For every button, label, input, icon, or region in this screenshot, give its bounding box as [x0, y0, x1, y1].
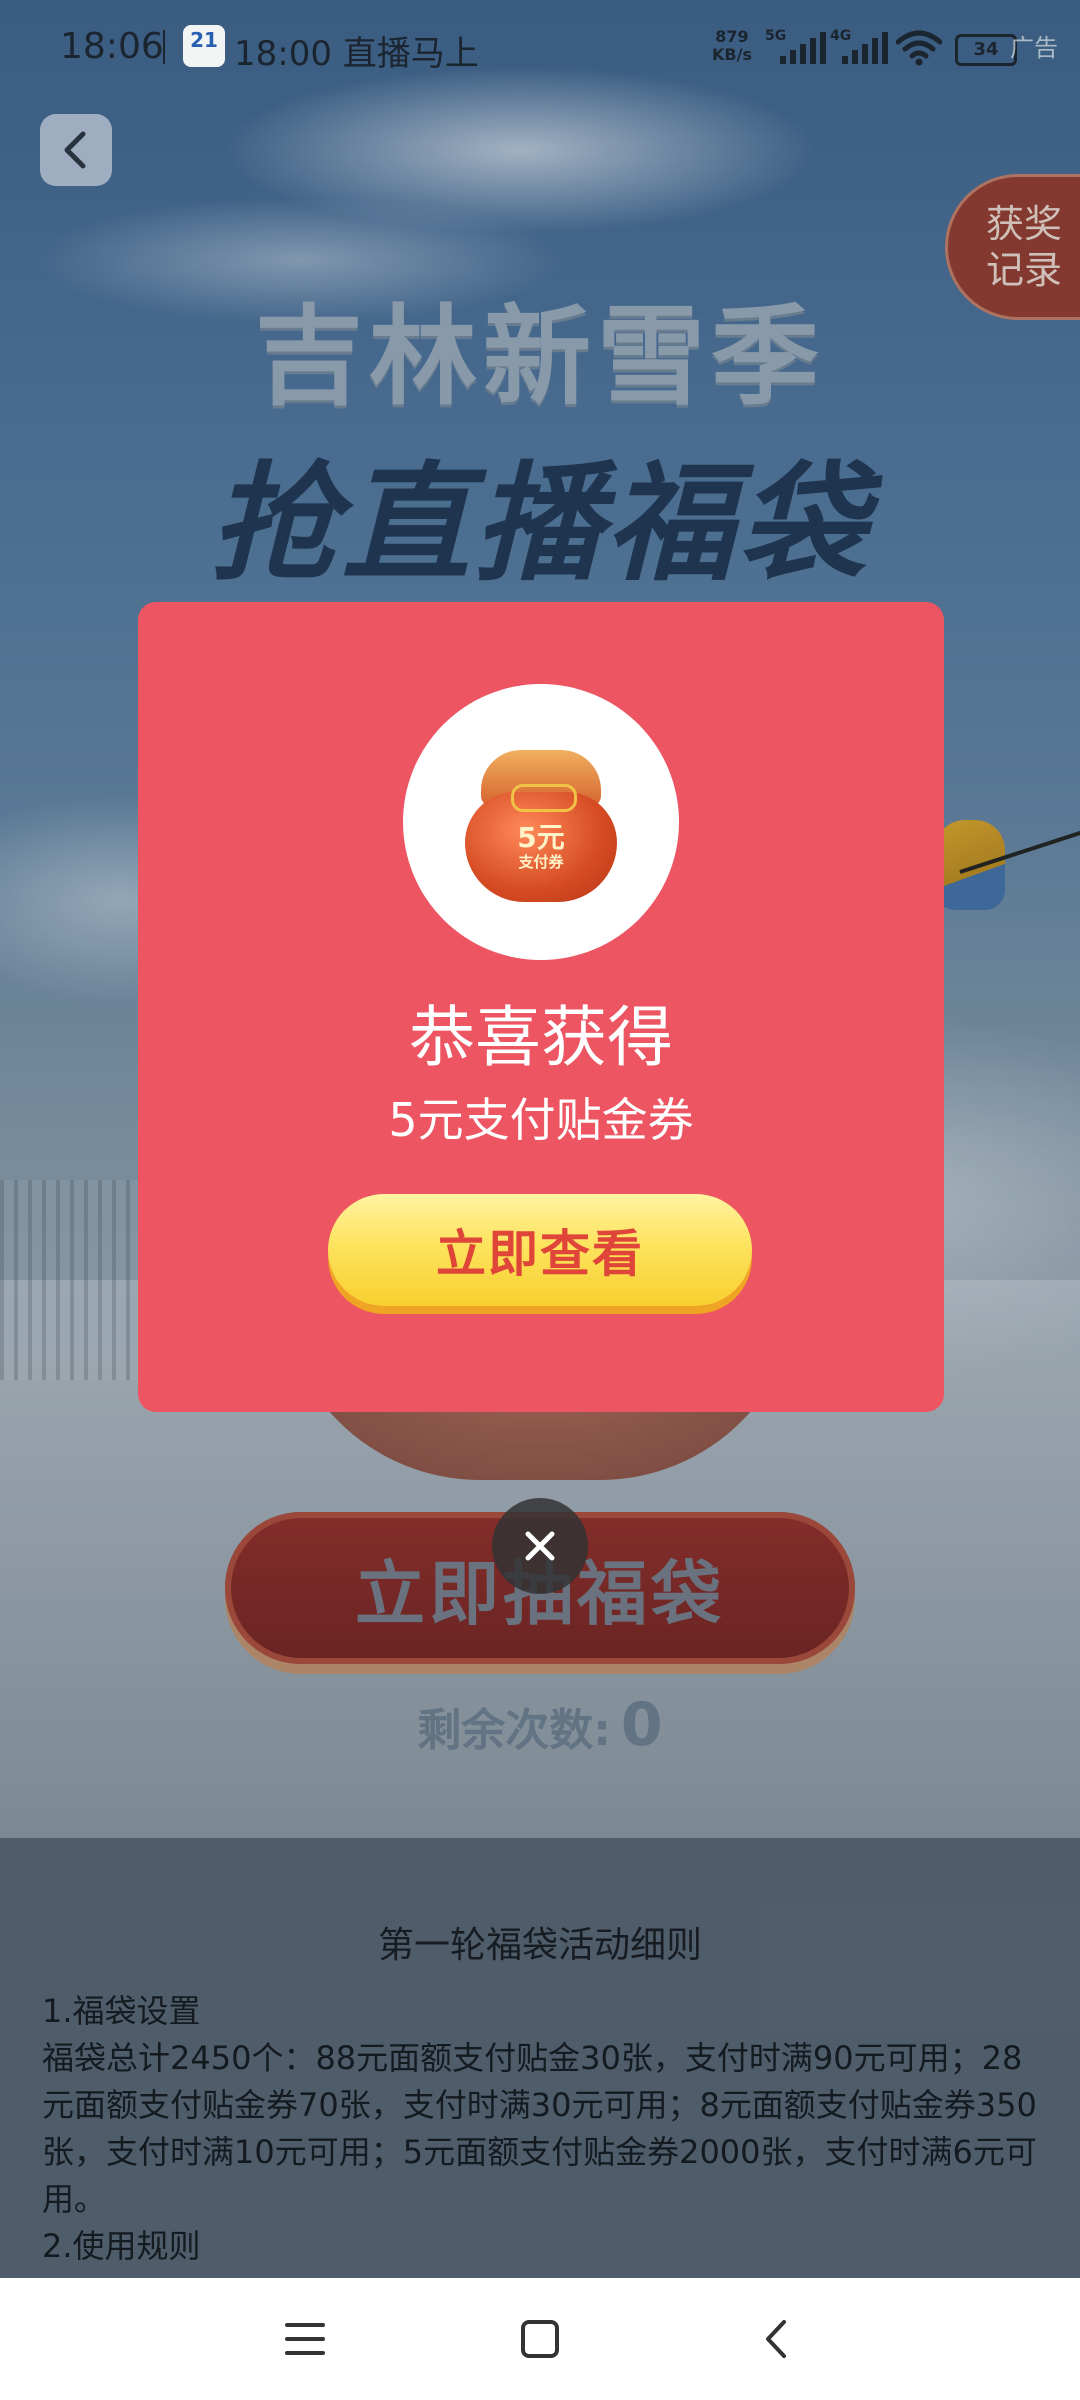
- system-nav-bar: [0, 2278, 1080, 2400]
- home-icon: [521, 2320, 559, 2358]
- congrats-title: 恭喜获得: [409, 999, 673, 1076]
- prize-name: 5元支付贴金券: [388, 1093, 694, 1147]
- bag-subtitle: 支付券: [518, 853, 564, 871]
- bag-amount: 5元: [517, 821, 565, 854]
- close-icon: [525, 1531, 555, 1561]
- menu-button[interactable]: [270, 2308, 340, 2370]
- screen: 吉林新雪季 抢直播福袋 立即抽福袋 剩余次数:0 第一轮福袋活动细则 1.福袋设…: [0, 0, 1080, 2400]
- bag-bow: [511, 784, 577, 812]
- prize-modal: 5元 支付券 恭喜获得 5元支付贴金券 立即查看: [138, 602, 944, 1412]
- prize-image-circle: 5元 支付券: [403, 684, 679, 960]
- home-button[interactable]: [505, 2308, 575, 2370]
- close-button[interactable]: [492, 1498, 588, 1594]
- back-icon: [766, 2320, 786, 2358]
- menu-icon: [285, 2323, 325, 2355]
- view-now-button[interactable]: 立即查看: [328, 1194, 752, 1306]
- system-back-button[interactable]: [740, 2308, 810, 2370]
